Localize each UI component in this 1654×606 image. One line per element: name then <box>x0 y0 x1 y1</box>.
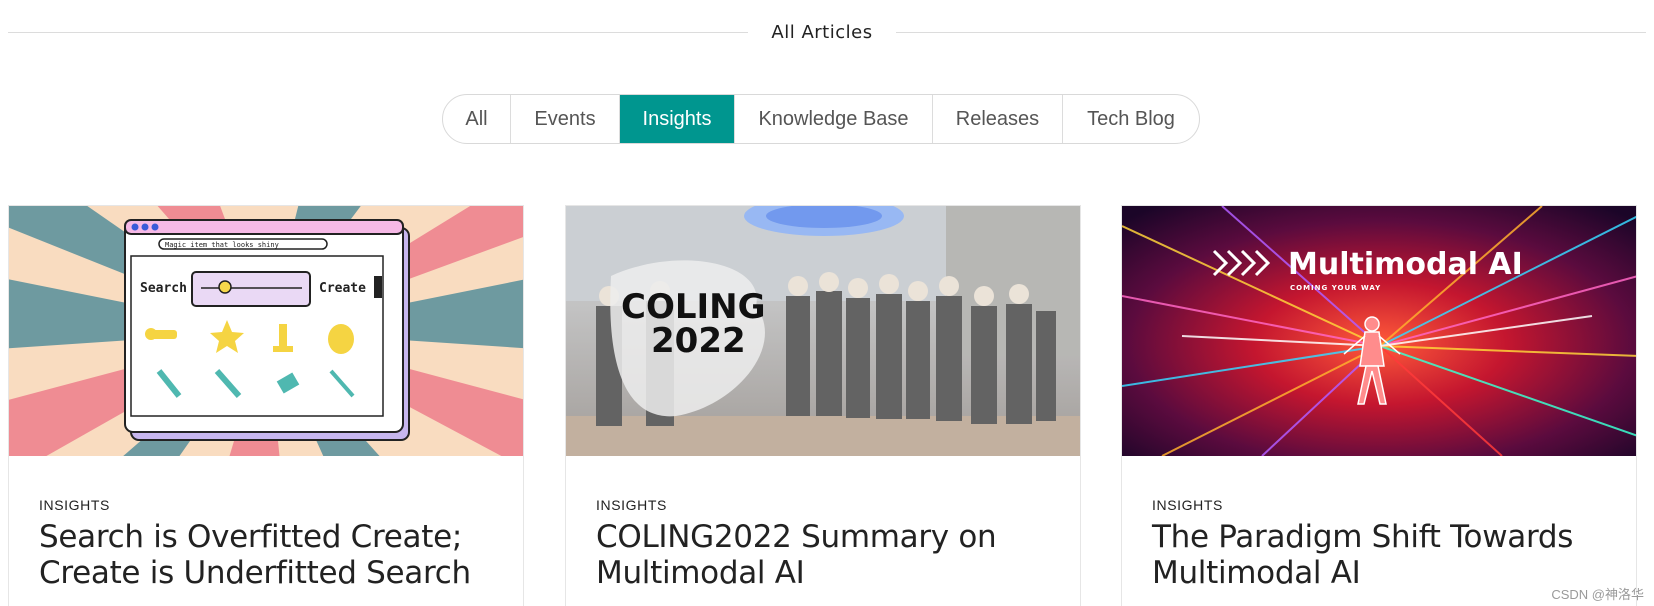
filter-tab-tech-blog[interactable]: Tech Blog <box>1063 95 1199 143</box>
article-thumbnail[interactable]: Magic item that looks shiny Search Creat… <box>9 206 523 456</box>
filter-tab-knowledge-base[interactable]: Knowledge Base <box>735 95 933 143</box>
divider-left <box>8 32 748 33</box>
article-thumbnail[interactable]: COLING 2022 <box>566 206 1080 456</box>
banner-tagline: COMING YOUR WAY <box>1290 284 1381 292</box>
article-card[interactable]: Multimodal AI COMING YOUR WAY INSIGHTS T… <box>1121 205 1637 606</box>
filter-tab-releases[interactable]: Releases <box>933 95 1063 143</box>
filter-tab-events[interactable]: Events <box>511 95 620 143</box>
article-title[interactable]: COLING2022 Summary on Multimodal AI <box>596 519 1066 591</box>
filter-tab-all[interactable]: All <box>443 95 511 143</box>
article-thumbnail[interactable]: Multimodal AI COMING YOUR WAY <box>1122 206 1636 456</box>
search-label: Search <box>140 281 187 296</box>
article-category: INSIGHTS <box>39 497 110 513</box>
coling-logo-line2: 2022 <box>651 321 746 361</box>
article-category: INSIGHTS <box>596 497 667 513</box>
category-filter-bar: All Events Insights Knowledge Base Relea… <box>442 94 1200 144</box>
filter-tab-insights[interactable]: Insights <box>620 95 735 143</box>
watermark: CSDN @神洛华 <box>1551 587 1644 602</box>
create-label: Create <box>319 281 366 296</box>
article-category: INSIGHTS <box>1152 497 1223 513</box>
divider-right <box>896 32 1646 33</box>
article-title[interactable]: The Paradigm Shift Towards Multimodal AI <box>1152 519 1622 591</box>
search-bar-text: Magic item that looks shiny <box>165 241 279 249</box>
section-title: All Articles <box>771 22 873 43</box>
article-card[interactable]: Magic item that looks shiny Search Creat… <box>8 205 524 606</box>
banner-headline: Multimodal AI <box>1288 247 1523 282</box>
article-title[interactable]: Search is Overfitted Create; Create is U… <box>39 519 509 591</box>
section-header: All Articles <box>8 16 1646 50</box>
article-card[interactable]: COLING 2022 INSIGHTS COLING2022 Summary … <box>565 205 1081 606</box>
